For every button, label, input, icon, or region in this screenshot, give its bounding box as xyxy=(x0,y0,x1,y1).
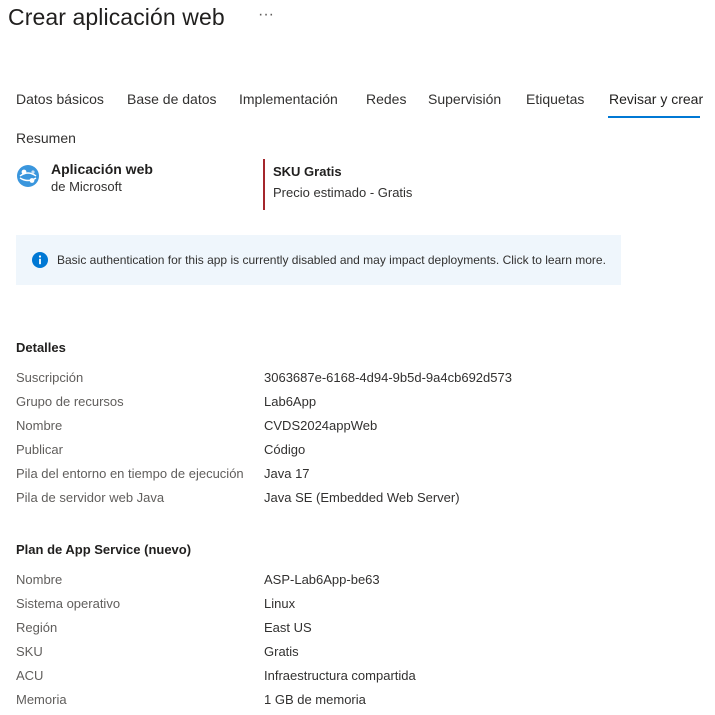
sku-title: SKU Gratis xyxy=(273,164,342,179)
tab-base-de-datos[interactable]: Base de datos xyxy=(127,91,217,107)
app-publisher: de Microsoft xyxy=(51,179,122,194)
detail-value: Java SE (Embedded Web Server) xyxy=(264,490,460,505)
web-app-globe-icon xyxy=(17,165,39,187)
plan-value: East US xyxy=(264,620,312,635)
plan-value: 1 GB de memoria xyxy=(264,692,366,707)
plan-value: Infraestructura compartida xyxy=(264,668,416,683)
plan-value: Gratis xyxy=(264,644,299,659)
info-icon xyxy=(32,252,48,268)
tab-implementacion[interactable]: Implementación xyxy=(239,91,338,107)
plan-key: Memoria xyxy=(16,692,67,707)
estimated-price: Precio estimado - Gratis xyxy=(273,185,413,200)
detail-value: Lab6App xyxy=(264,394,317,409)
plan-heading: Plan de App Service (nuevo) xyxy=(16,542,192,557)
sku-accent-bar xyxy=(263,159,265,210)
page-title: Crear aplicación web xyxy=(8,4,225,30)
tab-etiquetas[interactable]: Etiquetas xyxy=(526,91,584,107)
detail-value: 3063687e-6168-4d94-9b5d-9a4cb692d573 xyxy=(264,370,512,385)
plan-key: Nombre xyxy=(16,572,63,587)
plan-key: Región xyxy=(16,620,58,635)
plan-key: ACU xyxy=(16,668,44,683)
detail-key: Suscripción xyxy=(16,370,84,385)
info-banner[interactable]: Basic authentication for this app is cur… xyxy=(16,235,621,285)
detail-key: Grupo de recursos xyxy=(16,394,124,409)
plan-value: Linux xyxy=(264,596,296,611)
detail-key: Nombre xyxy=(16,418,63,433)
detail-key: Publicar xyxy=(16,442,63,457)
plan-key: SKU xyxy=(16,644,43,659)
plan-value: ASP-Lab6App-be63 xyxy=(264,572,380,587)
summary-heading: Resumen xyxy=(16,130,76,146)
banner-message[interactable]: Basic authentication for this app is cur… xyxy=(57,253,606,267)
tab-revisar-y-crear[interactable]: Revisar y crear xyxy=(609,91,703,107)
detail-value: Código xyxy=(264,442,306,457)
tab-redes[interactable]: Redes xyxy=(366,91,406,107)
detail-key: Pila del entorno en tiempo de ejecución xyxy=(16,466,244,481)
plan-key: Sistema operativo xyxy=(16,596,121,611)
more-horizontal-icon[interactable]: ··· xyxy=(258,6,274,24)
details-heading: Detalles xyxy=(16,340,66,355)
active-tab-indicator xyxy=(608,116,700,118)
tab-bar: Datos básicos Base de datos Implementaci… xyxy=(16,91,715,121)
tab-supervision[interactable]: Supervisión xyxy=(428,91,501,107)
tab-datos-basicos[interactable]: Datos básicos xyxy=(16,91,104,107)
detail-value: CVDS2024appWeb xyxy=(264,418,378,433)
detail-value: Java 17 xyxy=(264,466,310,481)
app-name: Aplicación web xyxy=(51,161,153,177)
detail-key: Pila de servidor web Java xyxy=(16,490,165,505)
